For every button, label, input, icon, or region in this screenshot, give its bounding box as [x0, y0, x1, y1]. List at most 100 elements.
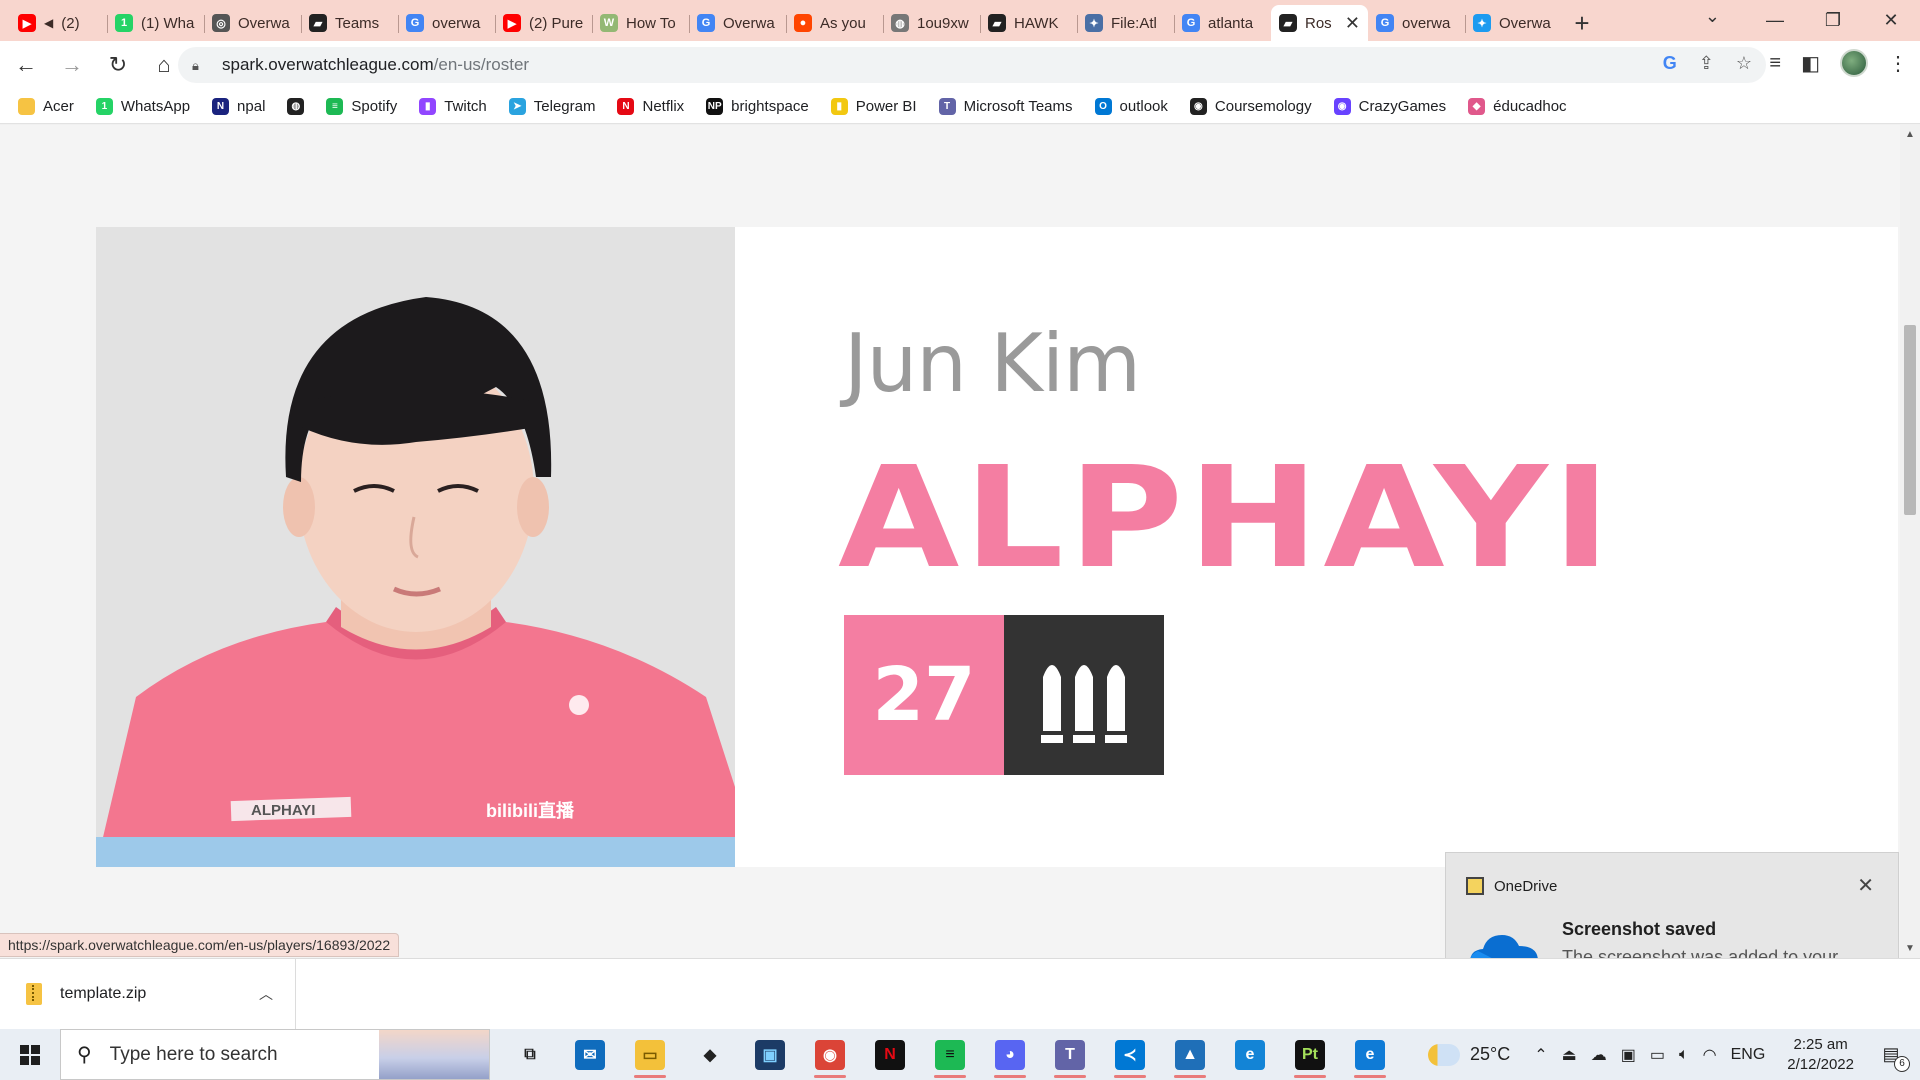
- browser-tab[interactable]: W How To: [592, 5, 689, 41]
- language-indicator[interactable]: ENG: [1731, 1046, 1766, 1064]
- browser-tab[interactable]: 1 (1) Wha: [107, 5, 204, 41]
- tab-strip: ▶ ◀ (2) 1 (1) Wha ◎ Overwa ▰ Teams Goverwa ▶ (2) Pu…: [0, 0, 1920, 41]
- netflix-icon: N: [875, 1039, 905, 1070]
- toast-app-header: OneDrive: [1466, 877, 1557, 895]
- browser-tab[interactable]: ▰ Ros ✕: [1271, 5, 1368, 41]
- browser-tab[interactable]: ▰ Teams: [301, 5, 398, 41]
- restore-icon[interactable]: ❐: [1804, 0, 1862, 41]
- spotify-taskbar-button[interactable]: ≡: [920, 1029, 980, 1080]
- browser-tab[interactable]: Goverwa: [1368, 5, 1465, 41]
- side-panel-icon[interactable]: ◧: [1801, 51, 1820, 76]
- task-view-taskbar-button[interactable]: ⧉: [500, 1029, 560, 1080]
- edge-icon: e: [1235, 1039, 1265, 1070]
- bookmark-item[interactable]: ▮ Twitch: [419, 97, 487, 115]
- weather-widget[interactable]: 25°C: [1428, 1043, 1510, 1066]
- support-role-icon: [1004, 615, 1164, 775]
- vscode-taskbar-button[interactable]: ≺: [1100, 1029, 1160, 1080]
- address-bar[interactable]: 🔒︎ spark.overwatchleague.com/en-us/roste…: [178, 47, 1766, 83]
- share-icon[interactable]: ⇪: [1699, 53, 1714, 74]
- close-window-icon[interactable]: ✕: [1862, 0, 1920, 41]
- browser-tab[interactable]: ✦ Overwa: [1465, 5, 1562, 41]
- bookmark-item[interactable]: ◆ éducadhoc: [1468, 97, 1567, 115]
- start-button[interactable]: [0, 1029, 60, 1080]
- browser-tab[interactable]: ◍ 1ou9xw: [883, 5, 980, 41]
- bookmark-item[interactable]: Ooutlook: [1094, 97, 1168, 115]
- pycharm-taskbar-button[interactable]: Pt: [1280, 1029, 1340, 1080]
- photos-taskbar-button[interactable]: ▲: [1160, 1029, 1220, 1080]
- volume-icon[interactable]: 🔈︎: [1679, 1046, 1689, 1064]
- omnibox-actions: G ⇪ ☆: [1663, 53, 1752, 74]
- taskbar-search-box[interactable]: ⚲ Type here to search: [60, 1029, 490, 1080]
- bookmark-star-icon[interactable]: ☆: [1736, 53, 1752, 74]
- bookmark-item[interactable]: ≡ Spotify: [326, 97, 397, 115]
- toast-close-icon[interactable]: ✕: [1857, 873, 1874, 898]
- search-highlight-art: [379, 1030, 489, 1079]
- mail-icon: ✉: [575, 1039, 605, 1070]
- notification-center-icon[interactable]: ▤ 6: [1876, 1040, 1910, 1072]
- meet-now-icon[interactable]: ▣: [1621, 1045, 1636, 1065]
- onedrive-tray-icon[interactable]: ☁: [1591, 1045, 1607, 1065]
- netflix-taskbar-button[interactable]: N: [860, 1029, 920, 1080]
- bookmark-item[interactable]: Acer: [18, 97, 74, 115]
- chrome-taskbar-button[interactable]: ◉: [800, 1029, 860, 1080]
- bookmark-item[interactable]: 1 WhatsApp: [95, 97, 190, 115]
- page-scrollbar[interactable]: ▲ ▼: [1900, 125, 1920, 958]
- chevron-up-icon[interactable]: ︿: [259, 984, 273, 1004]
- bookmark-item[interactable]: NP brightspace: [706, 97, 809, 115]
- bookmark-item[interactable]: N Netflix: [617, 97, 684, 115]
- lock-icon[interactable]: 🔒︎: [192, 58, 206, 73]
- telegram-icon: ➤: [508, 97, 526, 115]
- teams-taskbar-button[interactable]: T: [1040, 1029, 1100, 1080]
- back-icon[interactable]: ←: [6, 45, 46, 85]
- bookmark-item[interactable]: T Microsoft Teams: [938, 97, 1073, 115]
- bookmark-item[interactable]: ◉ CrazyGames: [1333, 97, 1446, 115]
- app-icon: ▣: [755, 1039, 785, 1070]
- edge-taskbar-button[interactable]: e: [1220, 1029, 1280, 1080]
- google-translate-icon[interactable]: G: [1663, 53, 1677, 74]
- scroll-down-icon[interactable]: ▼: [1905, 943, 1915, 954]
- minimize-icon[interactable]: —: [1746, 0, 1804, 41]
- bookmark-item[interactable]: Nnpal: [212, 97, 265, 115]
- download-item[interactable]: template.zip ︿: [0, 959, 296, 1029]
- file-explorer-taskbar-button[interactable]: ▭: [620, 1029, 680, 1080]
- wifi-icon[interactable]: ◠: [1703, 1045, 1717, 1065]
- chevron-up-icon[interactable]: ⌃: [1534, 1045, 1547, 1065]
- usb-icon[interactable]: ⏏: [1562, 1045, 1577, 1065]
- clock[interactable]: 2:25 am 2/12/2022: [1787, 1035, 1854, 1075]
- profile-avatar[interactable]: [1840, 49, 1868, 77]
- coursemology-icon: ◉: [1189, 97, 1207, 115]
- bookmark-item[interactable]: ◉ Coursemology: [1189, 97, 1312, 115]
- browser-tab[interactable]: G Overwa: [689, 5, 786, 41]
- battery-icon[interactable]: ▭: [1650, 1045, 1665, 1065]
- browser-tab[interactable]: ▶ ◀ (2): [10, 5, 107, 41]
- app-taskbar-button[interactable]: ▣: [740, 1029, 800, 1080]
- browser-tab[interactable]: ◎ Overwa: [204, 5, 301, 41]
- browser-tab[interactable]: ▶ (2) Pure: [495, 5, 592, 41]
- scroll-up-icon[interactable]: ▲: [1905, 129, 1915, 140]
- dropbox-taskbar-button[interactable]: ◆: [680, 1029, 740, 1080]
- scroll-thumb[interactable]: [1904, 325, 1916, 515]
- menu-icon[interactable]: ⋮: [1888, 51, 1908, 76]
- browser-tab[interactable]: ✦ File:Atl: [1077, 5, 1174, 41]
- tab-search-icon[interactable]: ⌄: [1705, 6, 1720, 27]
- mail-taskbar-button[interactable]: ✉: [560, 1029, 620, 1080]
- browser-tab[interactable]: Gatlanta: [1174, 5, 1271, 41]
- edge-dev-taskbar-button[interactable]: e: [1340, 1029, 1400, 1080]
- new-tab-button[interactable]: +: [1562, 5, 1602, 41]
- reload-icon[interactable]: ↻: [98, 45, 138, 85]
- bookmark-item[interactable]: ➤ Telegram: [508, 97, 595, 115]
- discord-taskbar-button[interactable]: ◕: [980, 1029, 1040, 1080]
- tab-close-icon[interactable]: ✕: [1345, 13, 1360, 34]
- mute-icon[interactable]: ◀: [44, 16, 53, 30]
- bookmark-item[interactable]: ◍: [287, 97, 305, 115]
- browser-tab[interactable]: ▰ HAWK: [980, 5, 1077, 41]
- media-control-icon[interactable]: ≡: [1769, 52, 1781, 75]
- forward-icon[interactable]: →: [52, 45, 92, 85]
- bookmark-item[interactable]: ▮ Power BI: [830, 97, 917, 115]
- browser-tab[interactable]: ● As you: [786, 5, 883, 41]
- toast-title: Screenshot saved: [1562, 919, 1717, 939]
- role-icon-graphic: [1041, 665, 1127, 743]
- browser-tab[interactable]: Goverwa: [398, 5, 495, 41]
- tab-title: overwa: [1402, 14, 1451, 32]
- toast-app-name: OneDrive: [1494, 877, 1558, 895]
